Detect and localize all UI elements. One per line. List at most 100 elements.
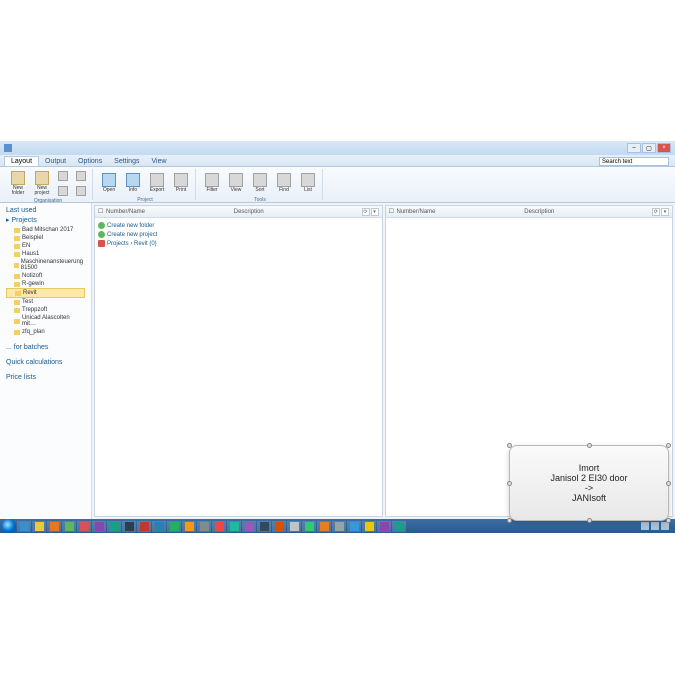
start-button[interactable] [2, 519, 16, 533]
taskbar-app[interactable] [32, 521, 46, 532]
resize-handle[interactable] [666, 481, 671, 486]
resize-handle[interactable] [666, 518, 671, 523]
taskbar-app[interactable] [272, 521, 286, 532]
ribbon-tab-settings[interactable]: Settings [108, 157, 145, 166]
sidebar-item-label: Revit [23, 290, 37, 296]
ribbon-btn-paste[interactable] [73, 169, 89, 183]
ribbon-btn-new-project[interactable]: New project [31, 169, 53, 197]
sidebar-item[interactable]: Test [6, 298, 85, 306]
taskbar-app[interactable] [77, 521, 91, 532]
ribbon-btn-label: Info [129, 188, 137, 193]
ribbon-btn-export[interactable]: Export [146, 169, 168, 197]
ribbon-btn-info[interactable]: Info [122, 169, 144, 197]
panel-right-col2[interactable]: Description [524, 209, 652, 215]
taskbar-app[interactable] [242, 521, 256, 532]
ribbon-tab-layout[interactable]: Layout [4, 156, 39, 166]
panel-chevron-icon[interactable]: ▾ [661, 208, 669, 216]
panel-refresh-icon[interactable]: ⟳ [652, 208, 660, 216]
taskbar-app[interactable] [62, 521, 76, 532]
panel-row[interactable]: Create new project [98, 230, 379, 239]
ribbon-btn-find[interactable]: Find [273, 169, 295, 197]
taskbar-app[interactable] [17, 521, 31, 532]
resize-handle[interactable] [507, 443, 512, 448]
ribbon-tab-view[interactable]: View [145, 157, 172, 166]
sidebar-item[interactable]: Revit [6, 288, 85, 298]
tray-icon[interactable] [651, 522, 659, 530]
taskbar-app[interactable] [392, 521, 406, 532]
sidebar-projects-heading[interactable]: ▸ Projects [6, 216, 85, 224]
taskbar-app[interactable] [302, 521, 316, 532]
ribbon-tab-output[interactable]: Output [39, 157, 72, 166]
panel-left-col2[interactable]: Description [234, 209, 362, 215]
sidebar-item[interactable]: Notizoft [6, 272, 85, 280]
window-maximize-button[interactable]: ▢ [642, 143, 656, 153]
ribbon-btn-copy[interactable] [55, 184, 71, 198]
taskbar-app[interactable] [92, 521, 106, 532]
taskbar-app[interactable] [287, 521, 301, 532]
taskbar-app[interactable] [377, 521, 391, 532]
ribbon-btn-view[interactable]: View [225, 169, 247, 197]
app-icon [35, 522, 44, 531]
tray-icon[interactable] [661, 522, 669, 530]
sidebar-for-batches[interactable]: ... for batches [6, 344, 85, 351]
window-minimize-button[interactable]: – [627, 143, 641, 153]
ribbon-tab-options[interactable]: Options [72, 157, 108, 166]
sidebar-item[interactable]: zfq_plan [6, 328, 85, 336]
sidebar-item[interactable]: Unicad Alascolten mit… [6, 314, 85, 328]
ribbon-btn-sort[interactable]: Sort [249, 169, 271, 197]
sidebar-item-label: Haus1 [22, 251, 39, 257]
sidebar-item[interactable]: EN [6, 242, 85, 250]
panel-row[interactable]: Create new folder [98, 221, 379, 230]
app-icon [155, 522, 164, 531]
taskbar-app[interactable] [317, 521, 331, 532]
sidebar-item[interactable]: Maschinenansteuerung 81500 [6, 258, 85, 272]
taskbar-app[interactable] [332, 521, 346, 532]
system-tray[interactable] [641, 522, 673, 530]
resize-handle[interactable] [507, 481, 512, 486]
sidebar-price-lists[interactable]: Price lists [6, 374, 85, 381]
taskbar-app[interactable] [197, 521, 211, 532]
taskbar-app[interactable] [167, 521, 181, 532]
resize-handle[interactable] [587, 443, 592, 448]
ribbon-btn-print[interactable]: Print [170, 169, 192, 197]
sidebar-item[interactable]: Haus1 [6, 250, 85, 258]
resize-handle[interactable] [666, 443, 671, 448]
taskbar-app[interactable] [212, 521, 226, 532]
app-icon [365, 522, 374, 531]
ribbon-btn-edit[interactable] [55, 169, 71, 183]
taskbar-app[interactable] [227, 521, 241, 532]
sidebar-item[interactable]: Treppzoft [6, 306, 85, 314]
annotation-callout[interactable]: Imort Janisol 2 EI30 door -> JANIsoft [509, 445, 669, 521]
sidebar-item-label: Notizoft [22, 273, 42, 279]
panel-refresh-icon[interactable]: ⟳ [362, 208, 370, 216]
resize-handle[interactable] [587, 518, 592, 523]
callout-line3: -> [585, 483, 593, 493]
taskbar-app[interactable] [137, 521, 151, 532]
taskbar-app[interactable] [347, 521, 361, 532]
ribbon-btn-filter[interactable]: Filter [201, 169, 223, 197]
panel-chevron-icon[interactable]: ▾ [371, 208, 379, 216]
window-close-button[interactable]: × [657, 143, 671, 153]
resize-handle[interactable] [507, 518, 512, 523]
ribbon-btn-open[interactable]: Open [98, 169, 120, 197]
taskbar-app[interactable] [122, 521, 136, 532]
sidebar-item[interactable]: Bad Mitschan 2017 [6, 226, 85, 234]
search-input[interactable]: Search text [599, 157, 669, 166]
ribbon-btn-new-folder[interactable]: New folder [7, 169, 29, 197]
ribbon-btn-list[interactable]: List [297, 169, 319, 197]
taskbar-app[interactable] [47, 521, 61, 532]
taskbar-app[interactable] [362, 521, 376, 532]
taskbar-app[interactable] [107, 521, 121, 532]
panel-right-col1[interactable]: Number/Name [397, 209, 525, 215]
panel-left-col1[interactable]: Number/Name [106, 209, 234, 215]
taskbar-app[interactable] [182, 521, 196, 532]
sidebar-item[interactable]: R-gewin [6, 280, 85, 288]
panel-row[interactable]: Projects › Revit (0) [98, 239, 379, 248]
sidebar-quick-calc[interactable]: Quick calculations [6, 359, 85, 366]
ribbon-btn-delete[interactable] [73, 184, 89, 198]
tray-icon[interactable] [641, 522, 649, 530]
sidebar-last-used[interactable]: Last used [6, 207, 85, 214]
taskbar-app[interactable] [152, 521, 166, 532]
sidebar-item[interactable]: Beispiel [6, 234, 85, 242]
taskbar-app[interactable] [257, 521, 271, 532]
